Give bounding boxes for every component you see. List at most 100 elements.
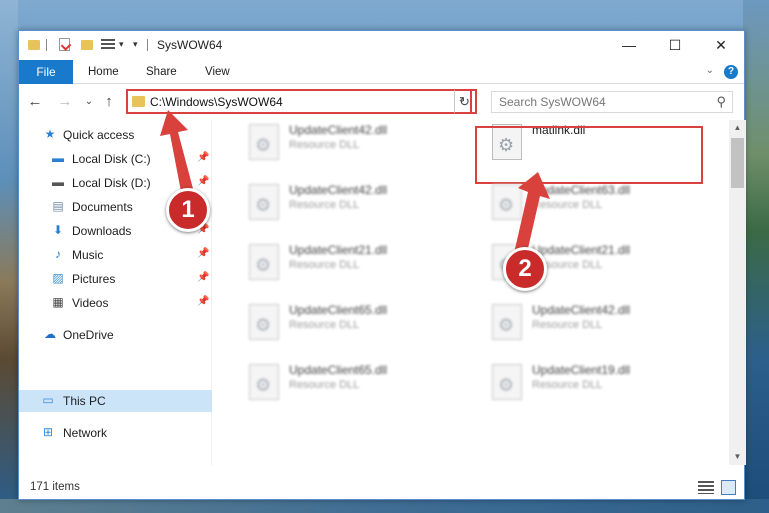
sidebar-item-label: Pictures (72, 272, 116, 286)
sidebar-item-quick-access[interactable]: ★ Quick access (19, 124, 212, 146)
file-name: UpdateClient65.dll (289, 363, 388, 377)
tab-file[interactable]: File (19, 60, 73, 84)
drive-icon: ▬ (52, 175, 64, 189)
details-view-icon[interactable] (698, 481, 714, 494)
sidebar-item-label: Videos (72, 296, 109, 310)
desktop-background-left (0, 0, 18, 513)
address-path[interactable]: C:\Windows\SysWOW64 (150, 95, 283, 109)
tab-share[interactable]: Share (146, 60, 177, 84)
pin-icon: 📌 (197, 248, 210, 259)
refresh-button[interactable]: ↻ (454, 89, 477, 114)
pin-icon: 📌 (197, 176, 210, 187)
file-list: ⚙ UpdateClient42.dll Resource DLL ⚙ matl… (213, 120, 729, 465)
desktop-background-right (743, 0, 769, 513)
status-bar: 171 items (19, 477, 744, 499)
file-type: Resource DLL (289, 379, 360, 391)
file-type: Resource DLL (289, 199, 360, 211)
file-item[interactable]: ⚙ UpdateClient63.dll Resource DLL (478, 180, 698, 226)
file-type: Resource DLL (289, 319, 360, 331)
dll-file-icon: ⚙ (492, 304, 522, 340)
sidebar-item-local-disk-c[interactable]: ▬ Local Disk (C:) 📌 (19, 148, 212, 170)
file-item[interactable]: ⚙ UpdateClient19.dll Resource DLL (478, 360, 698, 406)
chevron-down-icon[interactable]: ▾ (119, 39, 124, 55)
sidebar-item-music[interactable]: ♪ Music 📌 (19, 244, 212, 266)
refresh-icon: ↻ (459, 94, 470, 109)
quick-access-toolbar-dropdown-icon[interactable]: ▾ (133, 39, 138, 55)
videos-icon: ▦ (52, 295, 64, 309)
file-name: UpdateClient21.dll (289, 243, 388, 257)
tab-home[interactable]: Home (88, 60, 119, 84)
properties-icon[interactable] (59, 38, 70, 51)
file-type: Resource DLL (289, 139, 360, 151)
sidebar-item-label: OneDrive (63, 328, 114, 342)
sidebar-item-label: Downloads (72, 224, 132, 238)
file-item[interactable]: ⚙ UpdateClient21.dll Resource DLL (235, 240, 455, 286)
file-item[interactable]: ⚙ UpdateClient42.dll Resource DLL (235, 180, 455, 226)
music-icon: ♪ (55, 247, 61, 261)
sidebar-item-pictures[interactable]: ▨ Pictures 📌 (19, 268, 212, 290)
vertical-scrollbar[interactable]: ▲ ▼ (729, 120, 746, 465)
toolbar-divider (46, 39, 47, 51)
title-bar: ▾ ▾ SysWOW64 — ☐ ✕ (19, 31, 744, 60)
dll-file-icon: ⚙ (492, 184, 522, 220)
sidebar-item-videos[interactable]: ▦ Videos 📌 (19, 292, 212, 314)
file-name: UpdateClient42.dll (532, 303, 631, 317)
scroll-thumb[interactable] (731, 138, 744, 188)
cloud-icon: ☁ (44, 327, 56, 341)
close-button[interactable]: ✕ (698, 31, 744, 60)
help-icon[interactable]: ? (724, 65, 738, 79)
sidebar-item-label: This PC (63, 394, 106, 408)
file-name: UpdateClient65.dll (289, 303, 388, 317)
file-item[interactable]: ⚙ UpdateClient42.dll Resource DLL (235, 120, 455, 166)
step-2-badge: 2 (503, 247, 547, 291)
search-box[interactable]: Search SysWOW64 ⚲ (491, 91, 733, 113)
search-icon: ⚲ (716, 94, 726, 109)
dll-file-icon: ⚙ (249, 244, 279, 280)
item-count: 171 items (30, 481, 80, 493)
file-type: Resource DLL (532, 199, 603, 211)
up-button[interactable]: ↑ (99, 92, 119, 112)
recent-locations-button[interactable]: ⌄ (79, 92, 99, 112)
star-icon: ★ (44, 127, 56, 141)
sidebar-item-label: Local Disk (D:) (72, 176, 151, 190)
new-folder-icon[interactable] (81, 40, 93, 50)
window-title: SysWOW64 (157, 38, 223, 52)
highlight-box (475, 126, 703, 184)
large-icons-view-icon[interactable] (721, 480, 736, 495)
network-icon: ⊞ (42, 425, 54, 439)
address-bar[interactable]: C:\Windows\SysWOW64 ⌄ (126, 89, 472, 114)
scroll-down-icon[interactable]: ▼ (729, 449, 746, 465)
download-icon: ⬇ (52, 223, 64, 237)
sidebar-item-label: Network (63, 426, 108, 440)
dll-file-icon: ⚙ (492, 364, 522, 400)
ribbon-tabs: File Home Share View ⌄ ? (19, 60, 744, 84)
computer-icon: ▭ (42, 393, 54, 407)
forward-button[interactable]: → (55, 92, 75, 112)
dll-file-icon: ⚙ (249, 364, 279, 400)
navigation-pane: ★ Quick access ▬ Local Disk (C:) 📌 ▬ Loc… (19, 120, 212, 465)
file-item[interactable]: ⚙ UpdateClient65.dll Resource DLL (235, 300, 455, 346)
toolbar-divider (147, 39, 148, 51)
scroll-up-icon[interactable]: ▲ (729, 120, 746, 136)
minimize-button[interactable]: — (606, 31, 652, 60)
file-type: Resource DLL (532, 319, 603, 331)
file-name: UpdateClient19.dll (532, 363, 631, 377)
sidebar-item-this-pc[interactable]: ▭ This PC (19, 390, 212, 412)
back-button[interactable]: ← (25, 92, 45, 112)
tab-view[interactable]: View (205, 60, 230, 84)
file-name: UpdateClient42.dll (289, 183, 388, 197)
file-explorer-window: ▾ ▾ SysWOW64 — ☐ ✕ File Home Share View … (18, 30, 746, 500)
search-input[interactable]: Search SysWOW64 (499, 95, 606, 109)
file-type: Resource DLL (532, 379, 603, 391)
desktop-background-bottom (0, 499, 769, 513)
file-name: UpdateClient21.dll (532, 243, 631, 257)
expand-ribbon-icon[interactable]: ⌄ (706, 65, 714, 76)
address-row: ← → ⌄ ↑ C:\Windows\SysWOW64 ⌄ ↻ Search S… (19, 84, 744, 120)
sidebar-item-onedrive[interactable]: ☁ OneDrive (19, 324, 212, 346)
pin-icon: 📌 (197, 296, 210, 307)
file-item[interactable]: ⚙ UpdateClient42.dll Resource DLL (478, 300, 698, 346)
sidebar-item-network[interactable]: ⊞ Network (19, 422, 212, 444)
maximize-button[interactable]: ☐ (652, 31, 698, 60)
file-item[interactable]: ⚙ UpdateClient65.dll Resource DLL (235, 360, 455, 406)
customize-toolbar-icon[interactable] (101, 39, 115, 51)
